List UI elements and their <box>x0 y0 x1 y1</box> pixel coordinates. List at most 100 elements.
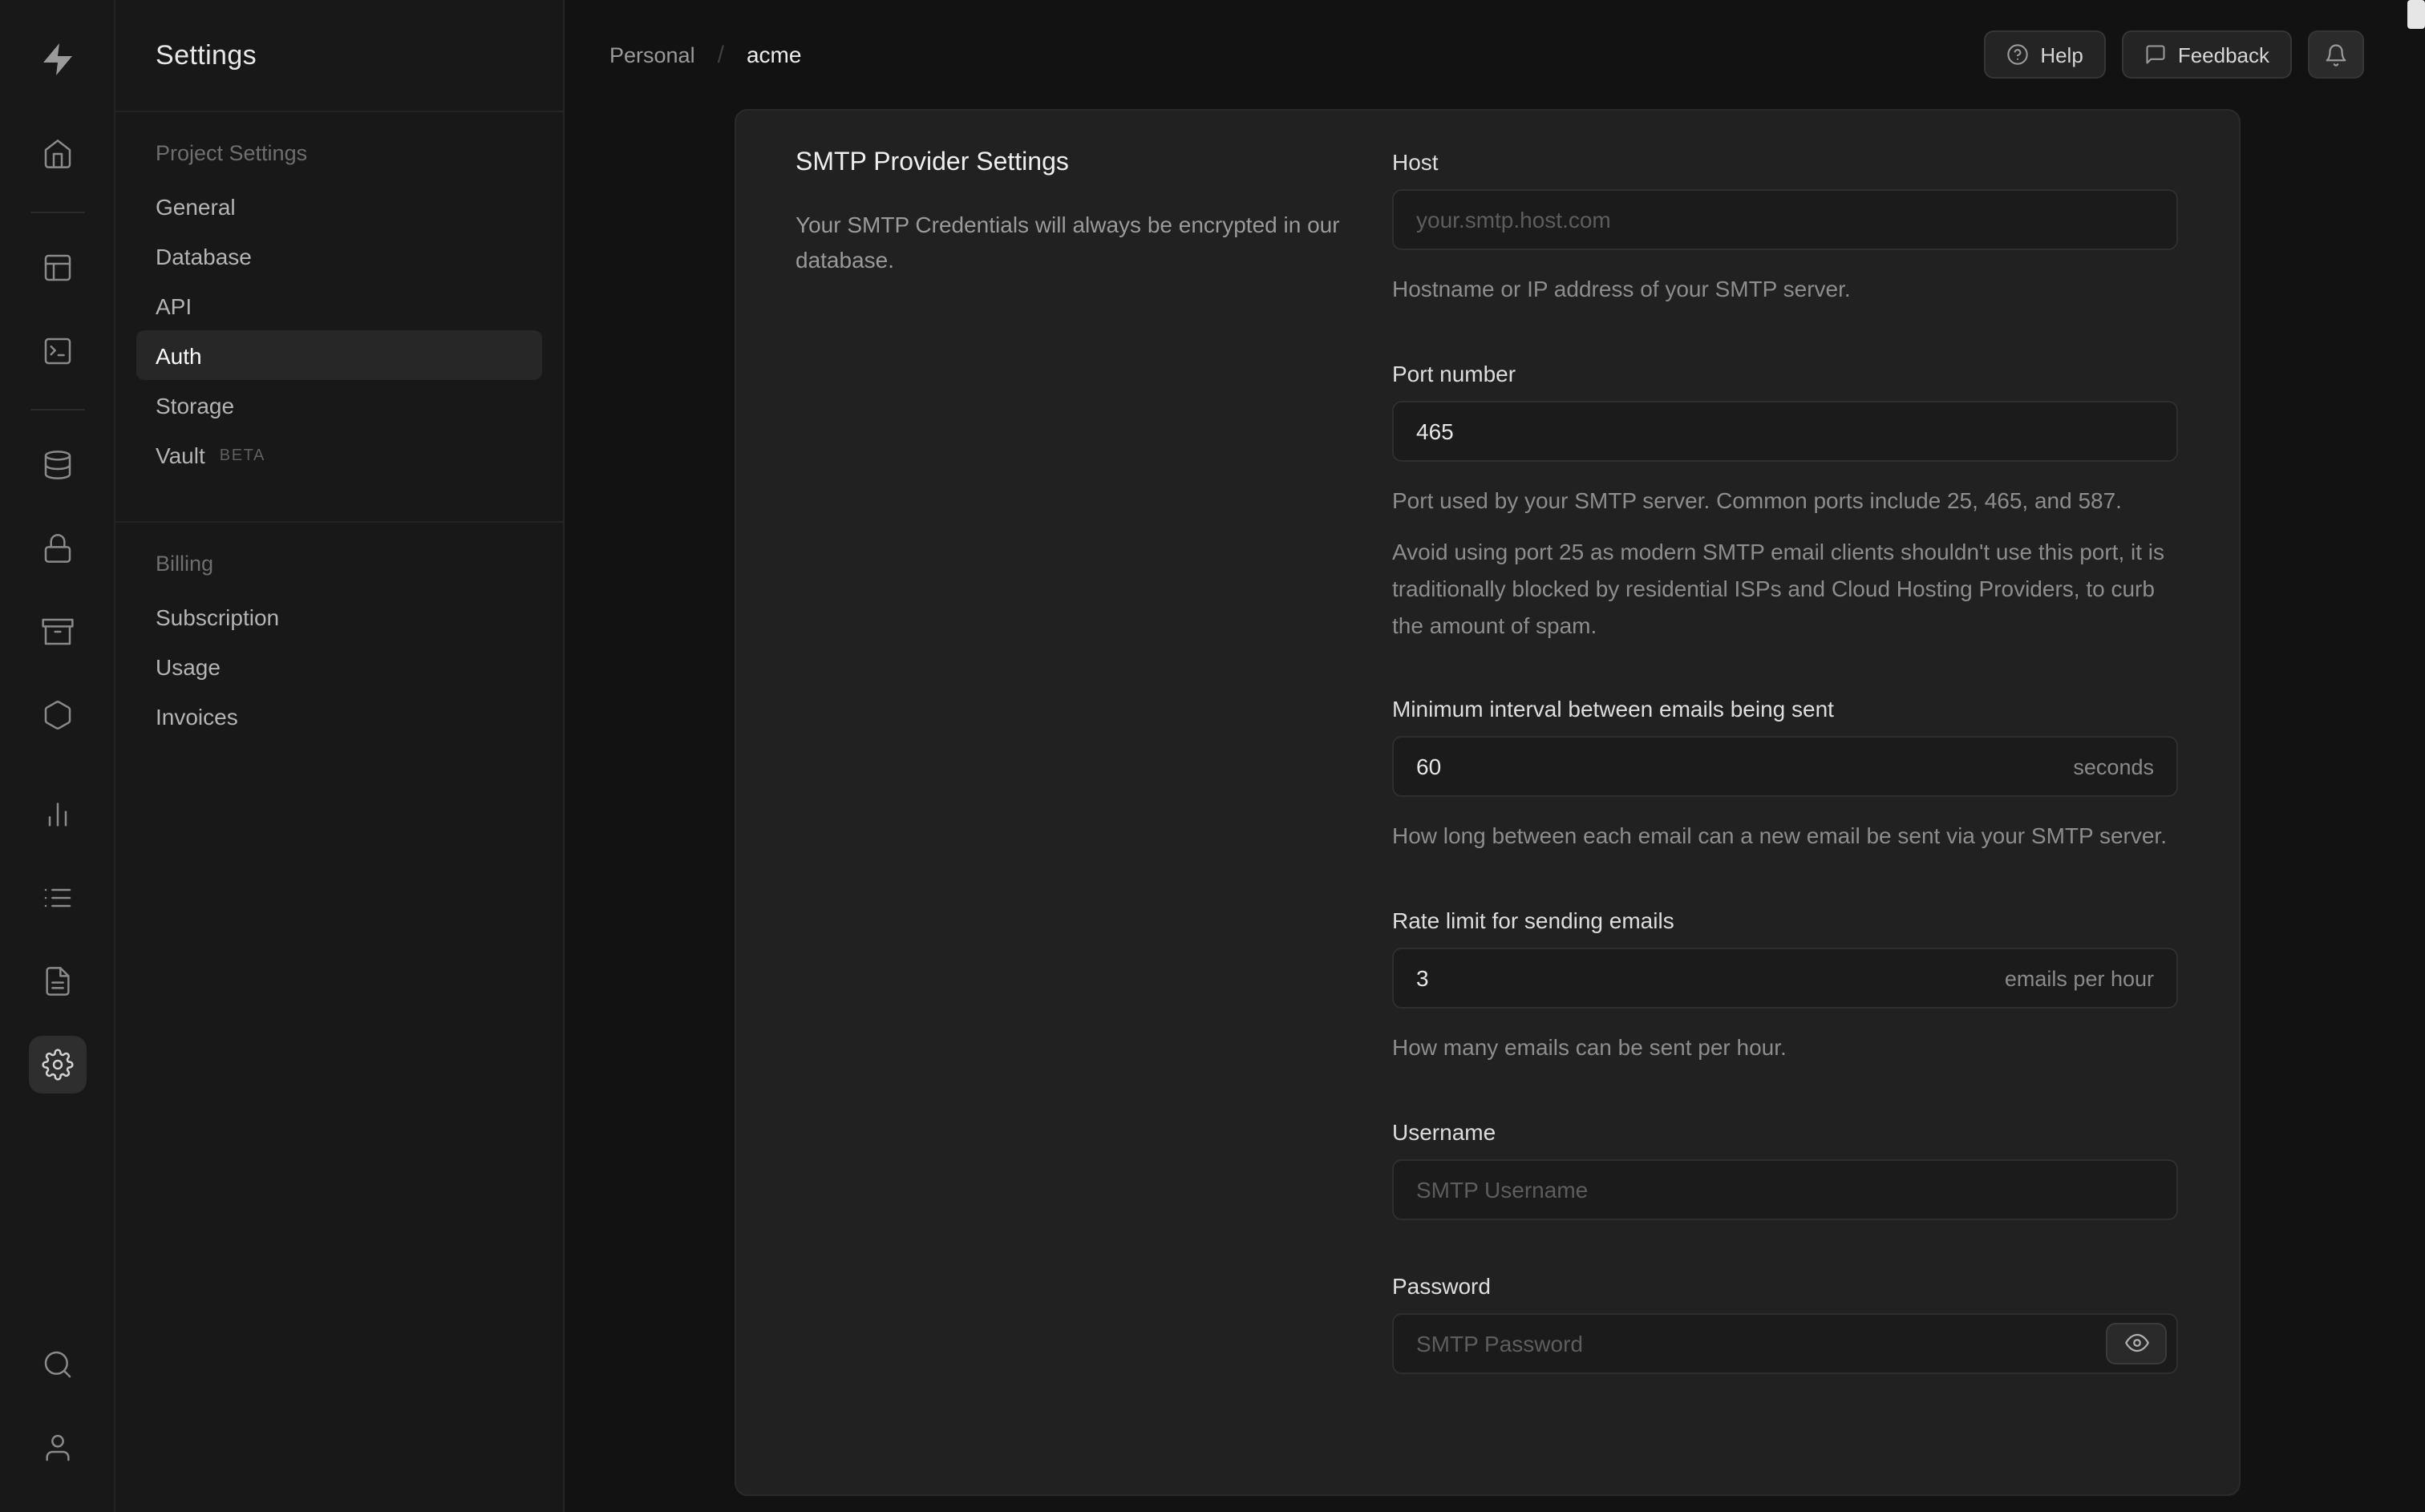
sidebar-item-general[interactable]: General <box>136 181 542 231</box>
rate-limit-input[interactable] <box>1416 965 1989 992</box>
rate-limit-unit-suffix: emails per hour <box>2004 966 2154 991</box>
reveal-password-button[interactable] <box>2106 1322 2167 1364</box>
main-area: Personal / acme Help Feedback SMTP Provi… <box>565 0 2425 1512</box>
supabase-logo[interactable] <box>28 35 86 83</box>
password-label: Password <box>1392 1272 1491 1299</box>
gear-icon <box>41 1049 73 1081</box>
host-help-text: Hostname or IP address of your SMTP serv… <box>1392 276 1851 301</box>
password-field: Password <box>1392 1272 2178 1374</box>
username-input-wrap <box>1392 1158 2178 1220</box>
database-icon <box>43 451 71 479</box>
sidebar-item-auth[interactable]: Auth <box>136 330 542 380</box>
home-icon <box>43 139 71 168</box>
host-input-wrap <box>1392 189 2178 250</box>
section-heading-project-settings: Project Settings <box>156 141 308 165</box>
breadcrumb-separator: / <box>717 41 724 68</box>
list-icon <box>43 888 71 908</box>
nav-database-button[interactable] <box>28 436 86 494</box>
billing-section: Billing Subscription Usage Invoices <box>115 521 563 766</box>
content-area: SMTP Provider Settings Your SMTP Credent… <box>565 109 2425 1512</box>
nav-table-editor-button[interactable] <box>28 239 86 297</box>
sidebar-item-database[interactable]: Database <box>136 231 542 281</box>
help-circle-icon <box>2007 44 2029 65</box>
username-input[interactable] <box>1416 1176 2154 1203</box>
sidebar-item-subscription[interactable]: Subscription <box>136 592 542 641</box>
nav-reports-button[interactable] <box>28 786 86 843</box>
port-input[interactable] <box>1416 418 2154 444</box>
breadcrumb-org[interactable]: Personal <box>609 42 695 67</box>
search-icon <box>43 1351 71 1378</box>
nav-sql-editor-button[interactable] <box>28 322 86 380</box>
port-label: Port number <box>1392 360 1516 386</box>
smtp-form: Host Hostname or IP address of your SMTP… <box>1392 149 2178 1430</box>
sidebar-header: Settings <box>115 0 563 112</box>
notifications-button[interactable] <box>2308 30 2364 79</box>
port-input-wrap <box>1392 400 2178 462</box>
speech-bubble-icon <box>2146 45 2165 64</box>
sidebar-title: Settings <box>156 39 257 70</box>
smtp-settings-panel: SMTP Provider Settings Your SMTP Credent… <box>735 109 2241 1496</box>
file-text-icon <box>45 967 69 996</box>
bell-icon <box>2326 43 2346 66</box>
host-label: Host <box>1392 149 1439 175</box>
sidebar-item-usage[interactable]: Usage <box>136 641 542 691</box>
sidebar-item-api[interactable]: API <box>136 281 542 330</box>
account-button[interactable] <box>28 1419 86 1477</box>
port-note-text: Avoid using port 25 as modern SMTP email… <box>1392 539 2165 638</box>
lightning-bolt-icon <box>43 43 71 75</box>
password-input-wrap <box>1392 1312 2178 1374</box>
host-input[interactable] <box>1416 207 2154 232</box>
primary-icon-rail <box>0 0 115 1512</box>
nav-edge-functions-button[interactable] <box>28 686 86 744</box>
search-button[interactable] <box>28 1336 86 1393</box>
feedback-button[interactable]: Feedback <box>2121 30 2292 79</box>
terminal-icon <box>43 338 71 365</box>
rail-divider <box>30 409 84 410</box>
sidebar-item-vault-label: Vault <box>156 442 205 467</box>
breadcrumb: Personal / acme <box>609 41 801 68</box>
panel-description: Your SMTP Credentials will always be enc… <box>796 212 1340 273</box>
app-window: Settings Project Settings General Databa… <box>0 0 2425 1512</box>
interval-help-text: How long between each email can a new em… <box>1392 823 2167 849</box>
help-button[interactable]: Help <box>1984 30 2106 79</box>
project-settings-section: Project Settings General Database API Au… <box>115 112 563 505</box>
settings-sidebar: Settings Project Settings General Databa… <box>115 0 565 1512</box>
username-label: Username <box>1392 1118 1496 1145</box>
topbar: Personal / acme Help Feedback <box>565 0 2425 109</box>
eye-icon <box>2124 1334 2148 1352</box>
lock-icon <box>43 534 71 563</box>
username-field: Username <box>1392 1118 2178 1220</box>
sidebar-item-invoices[interactable]: Invoices <box>136 691 542 741</box>
password-input[interactable] <box>1416 1330 2106 1356</box>
interval-input-wrap: seconds <box>1392 736 2178 798</box>
sidebar-item-vault[interactable]: Vault BETA <box>136 430 542 479</box>
sidebar-item-storage[interactable]: Storage <box>136 380 542 430</box>
rate-limit-input-wrap: emails per hour <box>1392 948 2178 1009</box>
rate-limit-help-text: How many emails can be sent per hour. <box>1392 1034 1787 1061</box>
breadcrumb-project[interactable]: acme <box>747 42 801 67</box>
topbar-actions: Help Feedback <box>1984 30 2364 79</box>
interval-label: Minimum interval between emails being se… <box>1392 696 1834 722</box>
bar-chart-icon <box>47 802 67 827</box>
port-field: Port number Port used by your SMTP serve… <box>1392 360 2178 643</box>
section-heading-billing: Billing <box>156 552 214 576</box>
nav-home-button[interactable] <box>28 125 86 183</box>
port-help-text: Port used by your SMTP server. Common po… <box>1392 487 2122 513</box>
panel-intro: SMTP Provider Settings Your SMTP Credent… <box>796 149 1392 1430</box>
nav-project-settings-button[interactable] <box>28 1036 86 1094</box>
interval-input[interactable] <box>1416 754 2058 780</box>
nav-storage-button[interactable] <box>28 603 86 661</box>
table-icon <box>43 254 71 281</box>
rate-limit-field: Rate limit for sending emails emails per… <box>1392 908 2178 1065</box>
archive-icon <box>41 618 73 645</box>
rate-limit-label: Rate limit for sending emails <box>1392 908 1674 934</box>
scrollbar-thumb[interactable] <box>2407 0 2425 29</box>
nav-api-docs-button[interactable] <box>28 952 86 1010</box>
interval-field: Minimum interval between emails being se… <box>1392 697 2178 855</box>
panel-title: SMTP Provider Settings <box>796 149 1069 176</box>
help-button-label: Help <box>2040 42 2083 67</box>
host-field: Host Hostname or IP address of your SMTP… <box>1392 149 2178 307</box>
nav-logs-button[interactable] <box>28 869 86 927</box>
nav-auth-button[interactable] <box>28 519 86 577</box>
rail-divider <box>30 212 84 213</box>
